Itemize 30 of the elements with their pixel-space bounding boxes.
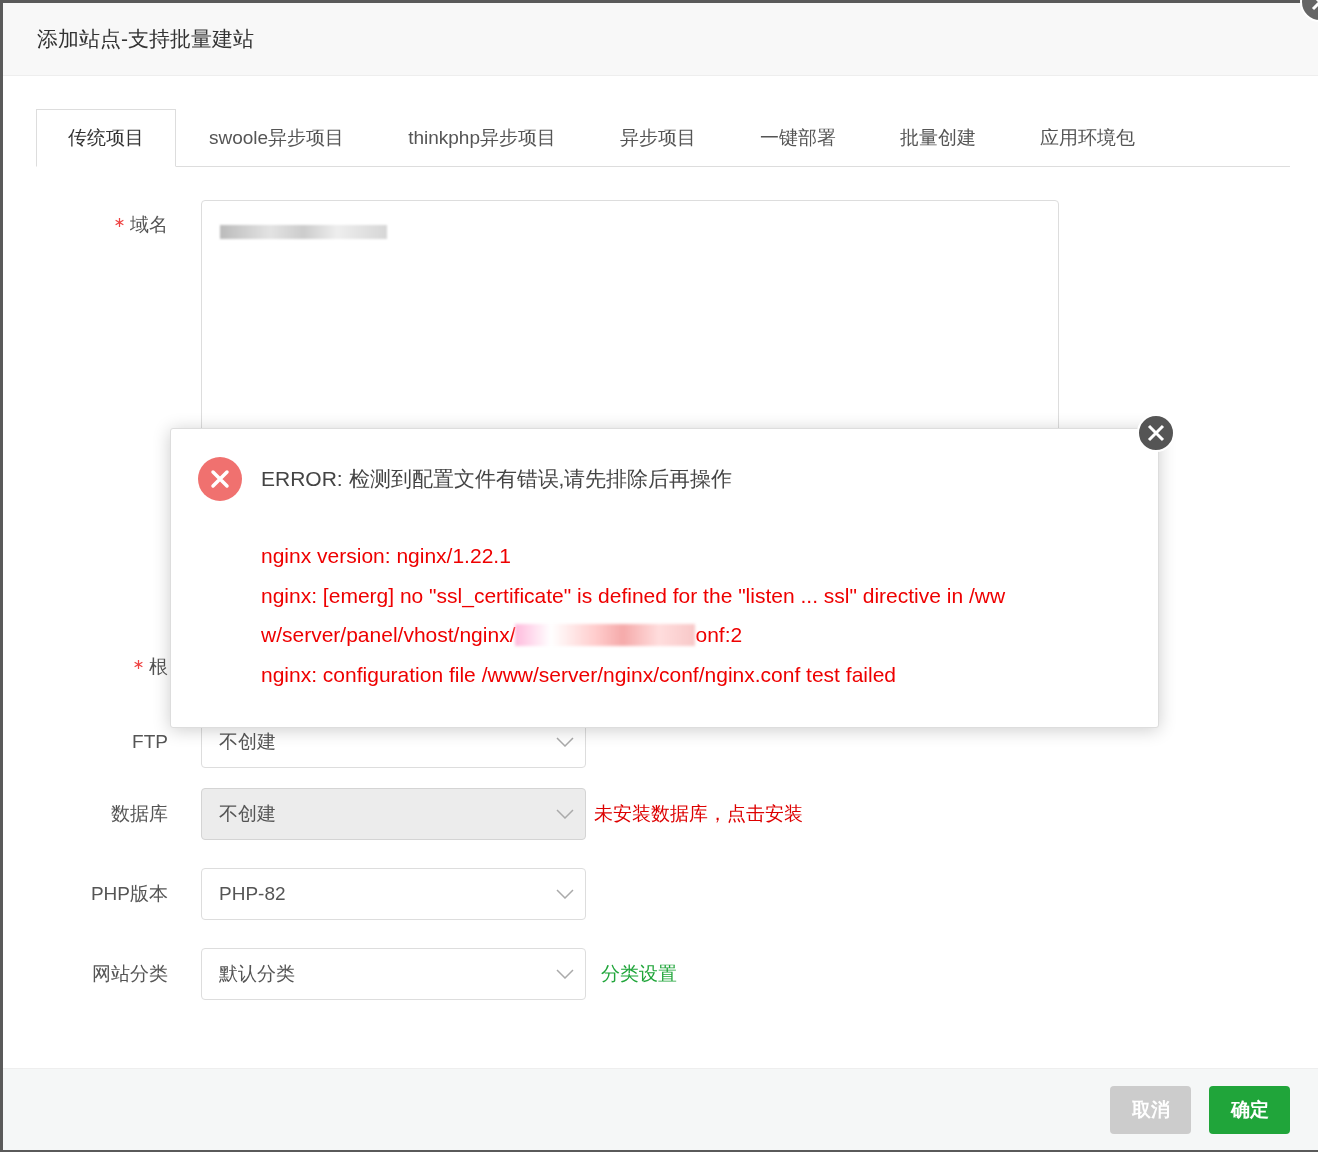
required-asterisk-icon	[134, 660, 143, 669]
tab[interactable]: 传统项目	[36, 109, 176, 167]
close-button[interactable]	[1137, 414, 1175, 452]
tab[interactable]: 异步项目	[589, 109, 727, 166]
error-detail: onf:2	[695, 622, 743, 648]
tab[interactable]: thinkphp异步项目	[377, 109, 587, 166]
required-asterisk-icon	[115, 218, 124, 227]
error-title: ERROR: 检测到配置文件有错误,请先排除后再操作	[261, 466, 733, 492]
error-detail: w/server/panel/vhost/nginx/	[261, 622, 516, 648]
tab[interactable]: swoole异步项目	[178, 109, 376, 166]
field-label: 域名	[130, 214, 168, 235]
error-icon	[198, 457, 242, 501]
select-field[interactable]: PHP-82	[201, 868, 586, 920]
chevron-down-icon	[556, 809, 574, 819]
tab[interactable]: 应用环境包	[1009, 109, 1166, 166]
chevron-down-icon	[556, 969, 574, 979]
dialog-title: 添加站点-支持批量建站	[37, 26, 254, 52]
field-label: 数据库	[111, 803, 168, 824]
error-detail: nginx: [emerg] no "ssl_certificate" is defined for the "listen ... ssl" directive in /ww	[261, 582, 1006, 610]
select-field[interactable]: 默认分类	[201, 948, 586, 1000]
chevron-down-icon	[556, 737, 574, 747]
chevron-down-icon	[556, 889, 574, 899]
error-detail: nginx version: nginx/1.22.1	[261, 543, 511, 569]
tab[interactable]: 一键部署	[729, 109, 867, 166]
field-label: PHP版本	[90, 883, 168, 904]
field-label: FTP	[132, 731, 168, 752]
tab[interactable]: 批量创建	[869, 109, 1007, 166]
field-label: 根	[149, 656, 168, 677]
error-detail: nginx: configuration file /www/server/nginx/conf/nginx.conf test failed	[261, 661, 896, 688]
field-label: 网站分类	[92, 963, 168, 984]
